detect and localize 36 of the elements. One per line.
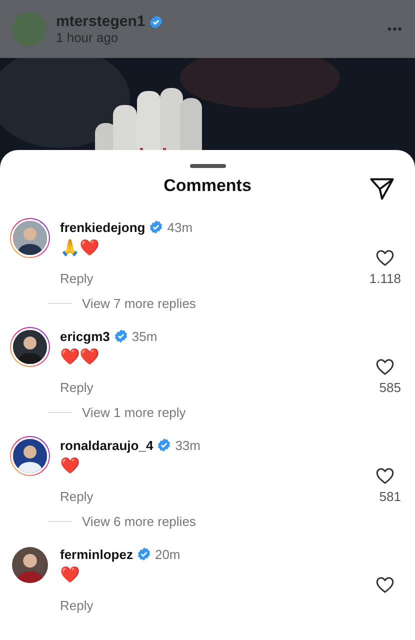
reply-button[interactable]: Reply <box>60 598 94 613</box>
comment-text: ❤❤ <box>60 346 100 368</box>
reply-button[interactable]: Reply <box>60 271 94 286</box>
username[interactable]: ericgm3 <box>60 328 110 344</box>
username[interactable]: frenkiedejong <box>60 220 146 234</box>
comment-time: 20m <box>154 546 180 562</box>
view-replies-button[interactable]: View 6 more replies <box>82 514 196 529</box>
more-options-button[interactable]: ••• <box>387 22 403 36</box>
comment-time: 43m <box>167 220 193 234</box>
drag-handle[interactable] <box>190 164 226 168</box>
username[interactable]: mterstegen1 <box>56 13 146 30</box>
view-replies-button[interactable]: View 7 more replies <box>82 296 196 311</box>
username[interactable]: ferminlopez <box>60 546 133 562</box>
avatar[interactable] <box>11 328 49 366</box>
comment-text: 🙏❤ <box>60 237 100 259</box>
avatar[interactable] <box>12 547 48 583</box>
view-replies-button[interactable]: View 1 more reply <box>82 405 186 420</box>
comment-time: 33m <box>175 438 200 452</box>
comment-text: ❤ <box>60 564 80 586</box>
heart-icon[interactable] <box>375 575 395 595</box>
like-count: 585 <box>379 380 401 395</box>
like-count: 1.118 <box>369 271 401 286</box>
heart-icon[interactable] <box>375 466 395 486</box>
sheet-title: Comments <box>164 176 252 196</box>
like-count: 581 <box>379 489 401 504</box>
username[interactable]: ronaldaraujo_4 <box>60 438 154 452</box>
avatar[interactable] <box>11 219 49 257</box>
heart-icon[interactable] <box>375 248 395 268</box>
send-icon[interactable] <box>369 176 395 202</box>
post-time: 1 hour ago <box>56 30 120 45</box>
reply-button[interactable]: Reply <box>60 489 94 504</box>
avatar[interactable] <box>11 437 49 475</box>
comment-text: ❤ <box>60 455 80 477</box>
heart-icon[interactable] <box>375 357 395 377</box>
comment-time: 35m <box>132 328 158 344</box>
reply-button[interactable]: Reply <box>60 380 94 395</box>
